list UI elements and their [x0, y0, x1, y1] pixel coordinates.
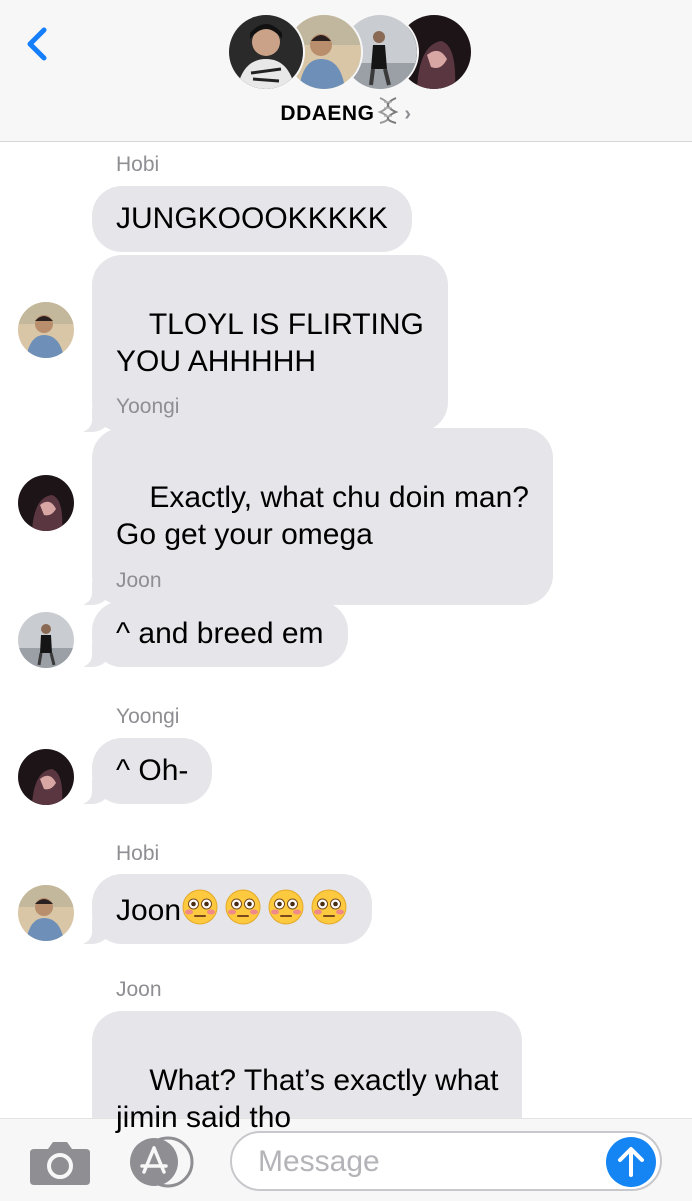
sender-name: Joon	[116, 569, 162, 592]
message-input-bar	[0, 1118, 692, 1201]
chevron-left-icon	[27, 27, 47, 61]
sender-name: Hobi	[116, 153, 160, 176]
group-avatars[interactable]	[227, 13, 473, 91]
header-avatar-1	[227, 13, 305, 91]
back-button[interactable]	[18, 24, 58, 64]
message-text: TLOYL IS FLIRTING YOU AHHHHH	[116, 308, 424, 378]
avatar-hobi[interactable]	[18, 302, 74, 358]
message-text: JUNGKOOOKKKKK	[116, 202, 388, 235]
message-text: Joon	[116, 894, 182, 927]
arrow-up-icon	[618, 1147, 644, 1177]
flushed-face-icon	[182, 889, 218, 925]
flushed-face-icon	[311, 889, 347, 925]
message-text: Exactly, what chu doin man? Go get your …	[116, 481, 529, 551]
sender-name: Joon	[116, 978, 162, 1001]
avatar-hobi[interactable]	[18, 885, 74, 941]
flushed-face-icon	[225, 889, 261, 925]
message-input[interactable]	[256, 1133, 600, 1191]
app-store-button[interactable]	[128, 1136, 198, 1188]
chevron-right-icon: ›	[404, 103, 412, 125]
message-bubble[interactable]: JUNGKOOOKKKKK	[92, 186, 412, 252]
message-text: ^ Oh-	[116, 754, 189, 787]
message-bubble[interactable]: Joon	[71, 874, 373, 944]
send-button[interactable]	[606, 1137, 656, 1187]
avatar-yoongi[interactable]	[18, 475, 74, 531]
group-name-button[interactable]: DDAENG ›	[0, 96, 692, 130]
message-bubble[interactable]: ^ and breed em	[72, 601, 348, 667]
avatar-joon[interactable]	[18, 612, 74, 668]
message-text: ^ and breed em	[116, 617, 324, 650]
sender-name: Yoongi	[116, 705, 180, 728]
message-bubble[interactable]: ^ Oh-	[71, 738, 213, 804]
sender-name: Yoongi	[116, 395, 180, 418]
sender-name: Hobi	[116, 842, 160, 865]
conversation-header: DDAENG ›	[0, 0, 692, 142]
camera-icon	[30, 1142, 90, 1185]
emoji-row	[181, 889, 348, 927]
camera-button[interactable]	[28, 1137, 92, 1187]
flushed-face-icon	[268, 889, 304, 925]
avatar-yoongi[interactable]	[18, 749, 74, 805]
dna-icon	[376, 96, 400, 130]
message-field[interactable]	[230, 1131, 662, 1191]
group-name: DDAENG	[280, 102, 375, 125]
app-store-icon	[130, 1136, 194, 1188]
